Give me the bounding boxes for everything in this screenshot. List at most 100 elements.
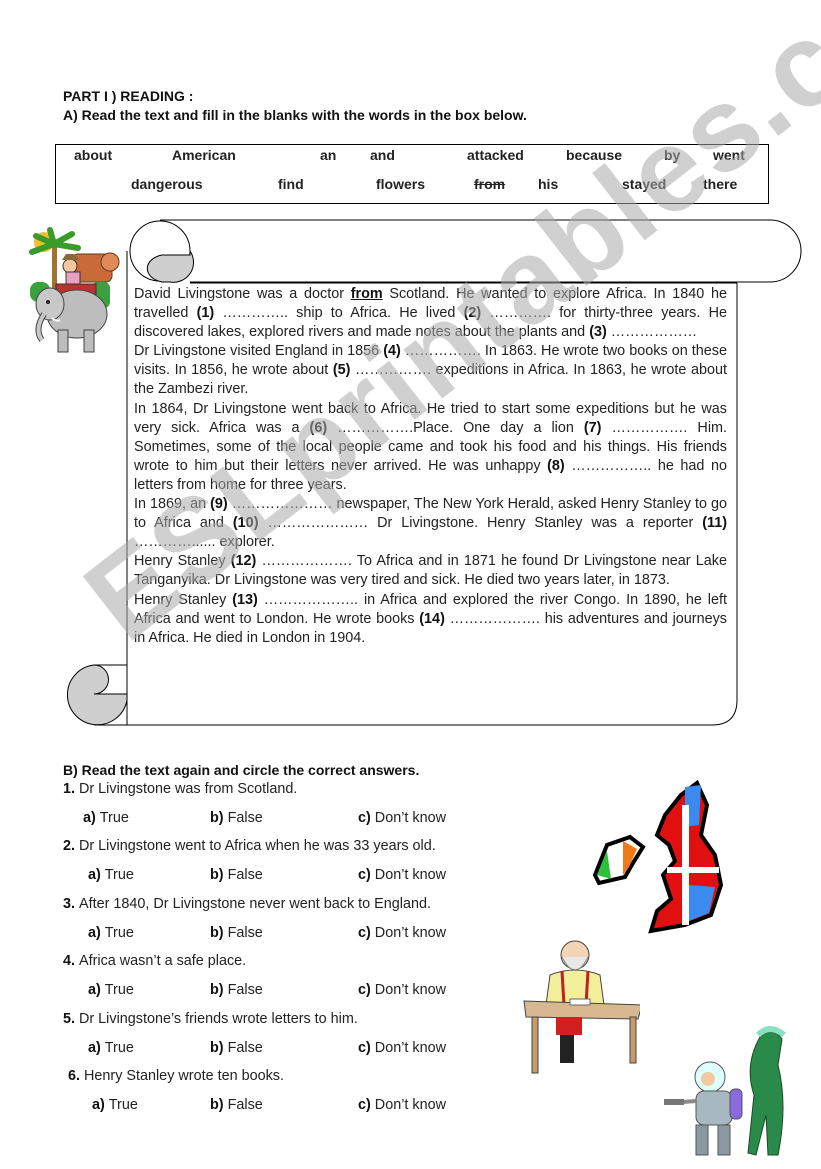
option-letter: b): [210, 925, 228, 941]
option-letter: a): [88, 925, 105, 941]
answer-option-false[interactable]: b) False: [210, 1040, 263, 1056]
option-label: False: [227, 867, 263, 883]
option-label: True: [104, 1040, 134, 1056]
answer-option-false[interactable]: b) False: [210, 982, 263, 998]
blank-number: (7): [583, 419, 602, 436]
reading-text: ………………: [606, 324, 698, 341]
blank-number: (4): [383, 343, 401, 360]
question-number: 3.: [63, 896, 79, 912]
option-label: True: [104, 867, 134, 883]
option-letter: b): [210, 982, 228, 998]
answer-option-dont-know[interactable]: c) Don’t know: [358, 1040, 446, 1056]
blank-number: (5): [332, 362, 351, 379]
option-label: True: [104, 982, 134, 998]
answer-option-dont-know[interactable]: c) Don’t know: [358, 1097, 446, 1113]
answer-option-false[interactable]: b) False: [210, 1097, 263, 1113]
option-letter: a): [88, 982, 105, 998]
example-answer: from: [350, 286, 383, 302]
answer-option-true[interactable]: a) True: [83, 810, 129, 826]
question-number: 2.: [63, 838, 79, 854]
question-number: 4.: [63, 953, 79, 969]
option-letter: a): [88, 1040, 105, 1056]
answer-option-false[interactable]: b) False: [210, 810, 263, 826]
question-text: Dr Livingstone was from Scotland.: [79, 781, 298, 797]
question-number: 6.: [68, 1068, 84, 1084]
answer-option-true[interactable]: a) True: [88, 867, 134, 883]
blank-number: (10): [232, 515, 259, 532]
answer-option-dont-know[interactable]: c) Don’t know: [358, 810, 446, 826]
option-label: True: [99, 810, 129, 826]
answer-option-dont-know[interactable]: c) Don’t know: [358, 925, 446, 941]
instruction-b: B) Read the text again and circle the co…: [63, 762, 420, 778]
option-label: False: [227, 925, 263, 941]
option-letter: a): [88, 867, 105, 883]
answer-option-true[interactable]: a) True: [88, 925, 134, 941]
reading-paragraph: Henry Stanley (13) ……………….. in Africa an…: [134, 591, 727, 648]
blank-number: (8): [547, 457, 565, 474]
option-letter: c): [358, 925, 375, 941]
reading-paragraph: David Livingstone was a doctor from Scot…: [134, 285, 727, 342]
option-letter: b): [210, 1040, 228, 1056]
option-letter: c): [358, 1040, 375, 1056]
blank-number: (3): [589, 324, 607, 341]
question: 6. Henry Stanley wrote ten books.: [68, 1068, 284, 1084]
option-label: True: [104, 925, 134, 941]
reading-text: In 1869, an: [134, 496, 211, 513]
blank-number: (2): [463, 305, 482, 322]
option-label: Don’t know: [374, 1097, 446, 1113]
option-label: Don’t know: [374, 1040, 446, 1056]
reading-paragraph: In 1864, Dr Livingstone went back to Afr…: [134, 400, 727, 495]
blank-number: (11): [702, 515, 728, 532]
option-letter: b): [210, 867, 228, 883]
option-label: False: [227, 810, 263, 826]
option-letter: a): [83, 810, 100, 826]
question: 1. Dr Livingstone was from Scotland.: [63, 781, 297, 797]
question-text: Dr Livingstone’s friends wrote letters t…: [79, 1011, 358, 1027]
reading-text: David Livingstone was a doctor: [134, 286, 351, 302]
reading-passage: David Livingstone was a doctor from Scot…: [134, 285, 727, 648]
reading-text: …………...... explorer.: [134, 534, 275, 551]
answer-option-true[interactable]: a) True: [88, 982, 134, 998]
question-text: After 1840, Dr Livingstone never went ba…: [79, 896, 431, 912]
answer-option-false[interactable]: b) False: [210, 925, 263, 941]
reading-paragraph: Dr Livingstone visited England in 1856 (…: [134, 342, 727, 399]
reading-text: Henry Stanley: [134, 591, 233, 608]
blank-number: (1): [196, 305, 215, 322]
question: 2. Dr Livingstone went to Africa when he…: [63, 838, 436, 854]
british-isles-flag-map: [592, 779, 724, 934]
question-number: 5.: [63, 1011, 79, 1027]
option-label: Don’t know: [374, 867, 446, 883]
blank-number: (6): [309, 419, 328, 436]
blank-number: (13): [232, 591, 258, 608]
option-letter: b): [210, 810, 228, 826]
answer-option-false[interactable]: b) False: [210, 867, 263, 883]
answer-option-dont-know[interactable]: c) Don’t know: [358, 982, 446, 998]
reading-paragraph: Henry Stanley (12) ………………. To Africa and…: [134, 552, 727, 590]
blank-number: (12): [230, 553, 257, 570]
question-text: Dr Livingstone went to Africa when he wa…: [79, 838, 436, 854]
option-letter: c): [358, 982, 375, 998]
option-label: Don’t know: [374, 810, 446, 826]
option-label: True: [108, 1097, 138, 1113]
option-letter: c): [358, 810, 375, 826]
answer-option-true[interactable]: a) True: [92, 1097, 138, 1113]
question-number: 1.: [63, 781, 79, 797]
question: 4. Africa wasn’t a safe place.: [63, 953, 246, 969]
blank-number: (14): [419, 610, 445, 627]
reading-text: Dr Livingstone visited England in 1856: [134, 343, 384, 360]
option-label: Don’t know: [374, 982, 446, 998]
option-label: Don’t know: [374, 925, 446, 941]
reading-text: …………….Place. One day a lion: [327, 419, 584, 436]
old-man-at-desk-illustration: [523, 940, 640, 1074]
option-label: False: [227, 1097, 263, 1113]
option-label: False: [227, 1040, 263, 1056]
option-label: False: [227, 982, 263, 998]
question: 3. After 1840, Dr Livingstone never went…: [63, 896, 431, 912]
reading-paragraph: In 1869, an (9) ………………… newspaper, The N…: [134, 495, 727, 552]
question-text: Africa wasn’t a safe place.: [79, 953, 247, 969]
answer-option-dont-know[interactable]: c) Don’t know: [358, 867, 446, 883]
reading-text: Henry Stanley: [134, 553, 231, 570]
option-letter: c): [358, 867, 375, 883]
option-letter: a): [92, 1097, 109, 1113]
answer-option-true[interactable]: a) True: [88, 1040, 134, 1056]
